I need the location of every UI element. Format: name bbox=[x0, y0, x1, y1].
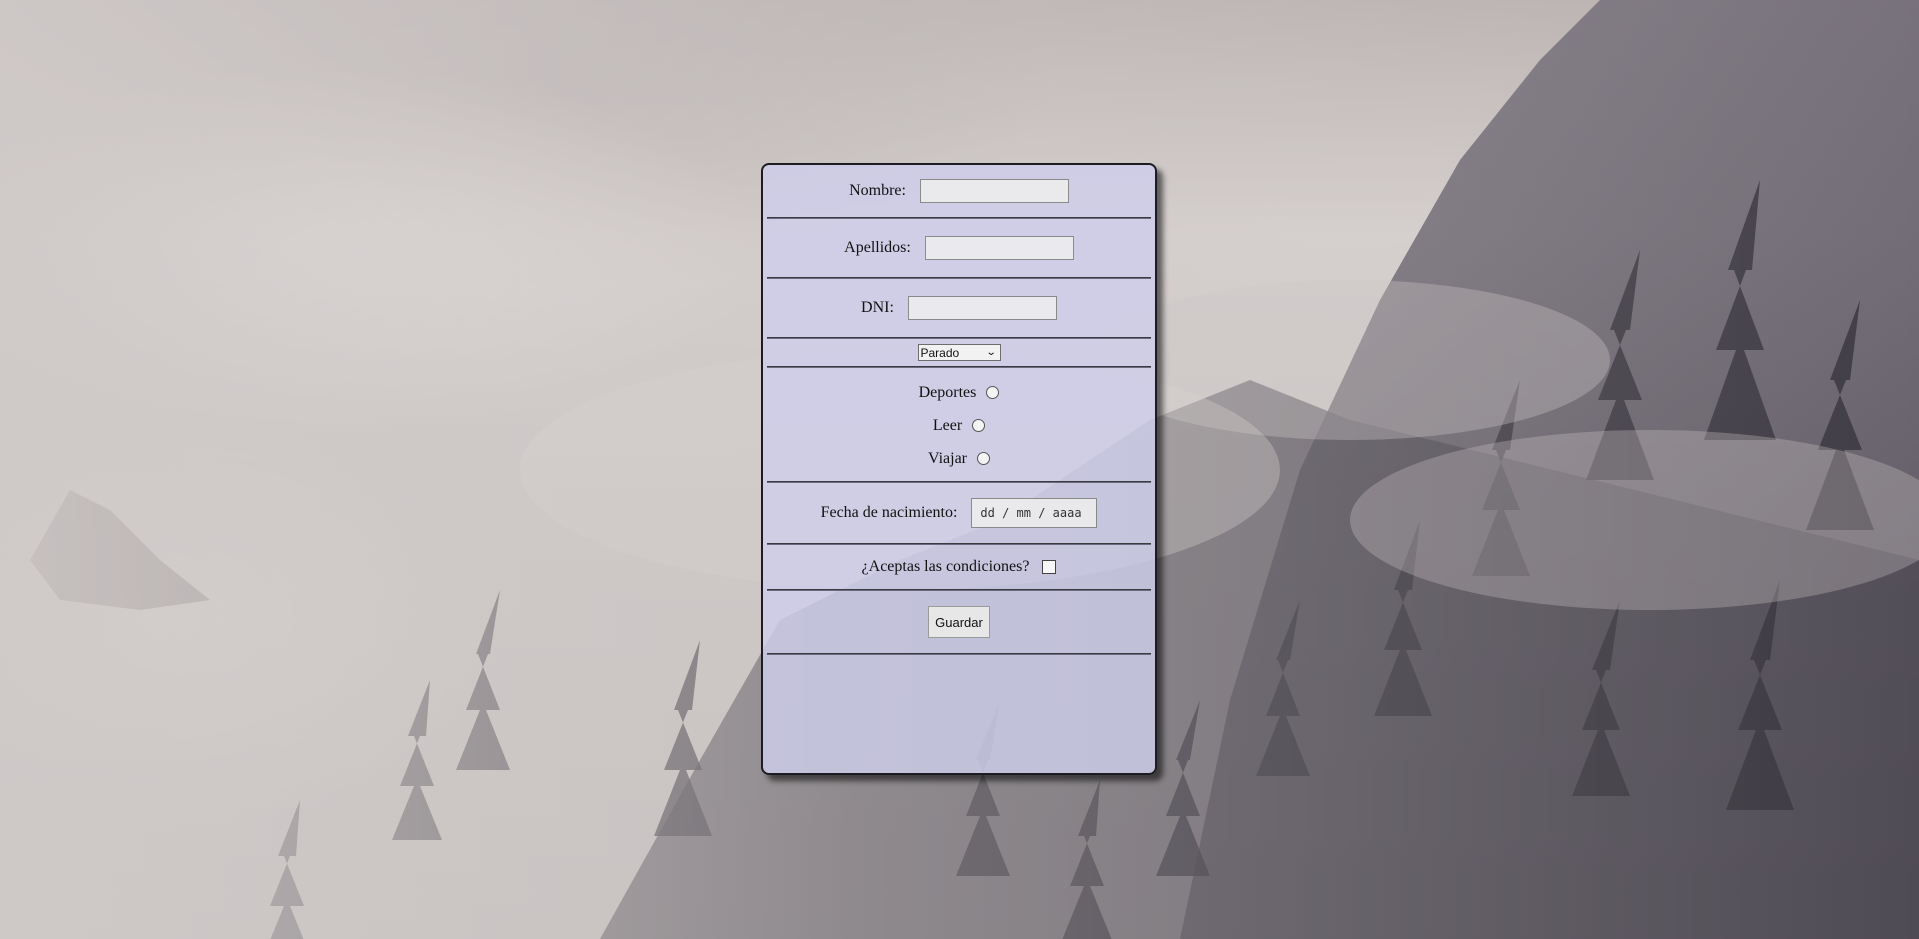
hobby-radio-leer[interactable] bbox=[972, 419, 986, 432]
nombre-input[interactable] bbox=[919, 179, 1069, 203]
dni-row: DNI: bbox=[767, 279, 1151, 337]
hobby-option-deportes: Deportes bbox=[767, 376, 1151, 409]
condiciones-row: ¿Aceptas las condiciones? bbox=[767, 545, 1151, 589]
situacion-select[interactable]: Parado ⌄ bbox=[917, 344, 1001, 361]
condiciones-checkbox[interactable] bbox=[1042, 560, 1057, 574]
form-panel: Nombre: Apellidos: DNI: Parado ⌄ Deporte… bbox=[761, 163, 1157, 775]
condiciones-label: ¿Aceptas las condiciones? bbox=[861, 558, 1030, 575]
apellidos-label: Apellidos: bbox=[844, 239, 911, 256]
hobby-label-leer: Leer bbox=[932, 416, 963, 434]
dni-label: DNI: bbox=[861, 299, 894, 316]
fecha-label: Fecha de nacimiento: bbox=[820, 504, 958, 521]
fecha-placeholder: dd / mm / aaaa bbox=[980, 506, 1082, 520]
divider bbox=[767, 653, 1151, 655]
hobbies-group: Deportes Leer Viajar bbox=[767, 368, 1151, 481]
apellidos-row: Apellidos: bbox=[767, 219, 1151, 277]
hobby-option-viajar: Viajar bbox=[767, 442, 1151, 475]
situacion-row: Parado ⌄ bbox=[767, 339, 1151, 366]
hobby-option-leer: Leer bbox=[767, 409, 1151, 442]
situacion-select-value: Parado bbox=[920, 345, 960, 360]
guardar-button[interactable]: Guardar bbox=[928, 606, 990, 638]
apellidos-input[interactable] bbox=[924, 236, 1074, 260]
nombre-label: Nombre: bbox=[849, 182, 906, 199]
hobby-label-viajar: Viajar bbox=[927, 449, 967, 467]
hobby-radio-viajar[interactable] bbox=[977, 452, 990, 465]
chevron-down-icon: ⌄ bbox=[985, 346, 997, 358]
fecha-row: Fecha de nacimiento: dd / mm / aaaa bbox=[767, 483, 1151, 543]
nombre-row: Nombre: bbox=[767, 165, 1151, 217]
guardar-row: Guardar bbox=[767, 591, 1151, 653]
hobby-label-deportes: Deportes bbox=[918, 383, 977, 401]
dni-input[interactable] bbox=[907, 296, 1057, 320]
fecha-nacimiento-input[interactable]: dd / mm / aaaa bbox=[971, 498, 1098, 528]
hobby-radio-deportes[interactable] bbox=[986, 386, 1000, 399]
